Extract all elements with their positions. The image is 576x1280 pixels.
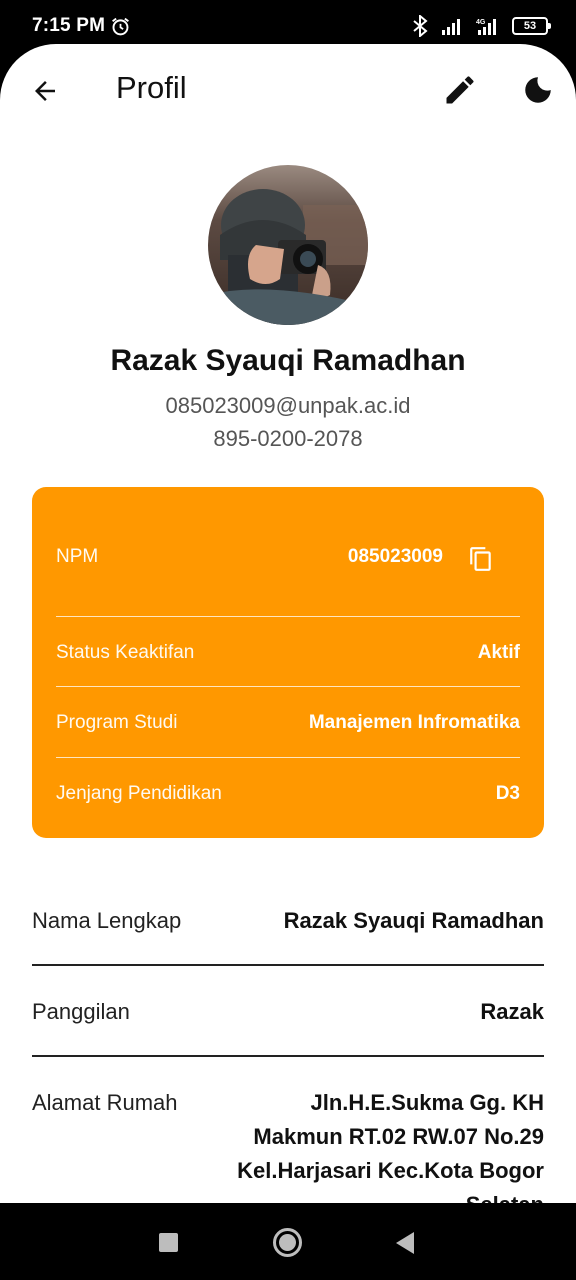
program-value: Manajemen Infromatika: [308, 712, 520, 733]
academic-card: NPM 085023009 Status Keaktifan Aktif Pro…: [32, 487, 544, 838]
home-icon[interactable]: [273, 1228, 302, 1257]
nickname-value: Razak: [480, 999, 544, 1024]
back-button[interactable]: [24, 70, 66, 112]
page-title: Profil: [116, 70, 187, 105]
status-icons: 4G 53: [412, 14, 551, 38]
avatar: [208, 165, 368, 325]
4g-signal-icon: 4G: [476, 19, 496, 35]
bluetooth-icon: [413, 15, 428, 37]
svg-text:4G: 4G: [476, 19, 486, 26]
avatar-photo: [208, 165, 368, 325]
recent-apps-icon[interactable]: [159, 1233, 178, 1252]
moon-icon: [525, 77, 551, 103]
program-label: Program Studi: [56, 712, 178, 733]
npm-value: 085023009: [347, 546, 443, 567]
profile-name: Razak Syauqi Ramadhan: [110, 344, 466, 377]
fullname-value: Razak Syauqi Ramadhan: [283, 908, 544, 933]
profile-screen: Profil Razak Syauqi Ramadhan 085023009@u…: [0, 44, 576, 1203]
address-line: Makmun RT.02 RW.07 No.29: [253, 1124, 544, 1149]
address-label: Alamat Rumah: [32, 1090, 178, 1115]
detail-divider: [32, 964, 544, 966]
alarm-icon: [112, 17, 129, 36]
level-value: D3: [495, 783, 520, 804]
card-divider: [56, 757, 520, 758]
copy-icon[interactable]: [468, 545, 494, 573]
edit-button[interactable]: [438, 68, 482, 112]
address-line: Selatan: [214, 1188, 544, 1203]
system-nav-bar: [0, 1203, 576, 1280]
address-line: Jln.H.E.Sukma Gg. KH: [310, 1090, 545, 1115]
status-time: 7:15 PM: [32, 15, 106, 36]
detail-divider: [32, 1055, 544, 1057]
status-value: Aktif: [477, 642, 520, 663]
card-divider: [56, 616, 520, 617]
address-value: Jln.H.E.Sukma Gg. KH Makmun RT.02 RW.07 …: [214, 1086, 544, 1203]
nickname-label: Panggilan: [32, 999, 130, 1024]
pencil-icon: [446, 76, 474, 104]
level-label: Jenjang Pendidikan: [56, 783, 222, 804]
app-bar: Profil: [0, 44, 576, 136]
card-divider: [56, 686, 520, 687]
status-label: Status Keaktifan: [56, 642, 195, 663]
signal-icon: [442, 19, 460, 35]
npm-label: NPM: [56, 546, 99, 567]
back-icon[interactable]: [396, 1232, 414, 1254]
battery-icon: 53: [512, 17, 551, 35]
profile-phone: 895-0200-2078: [213, 426, 363, 451]
dark-mode-toggle[interactable]: [516, 68, 560, 112]
arrow-back-icon: [35, 81, 55, 101]
address-line: Kel.Harjasari Kec.Kota Bogor: [237, 1158, 544, 1183]
profile-email: 085023009@unpak.ac.id: [165, 393, 411, 418]
fullname-label: Nama Lengkap: [32, 908, 182, 933]
